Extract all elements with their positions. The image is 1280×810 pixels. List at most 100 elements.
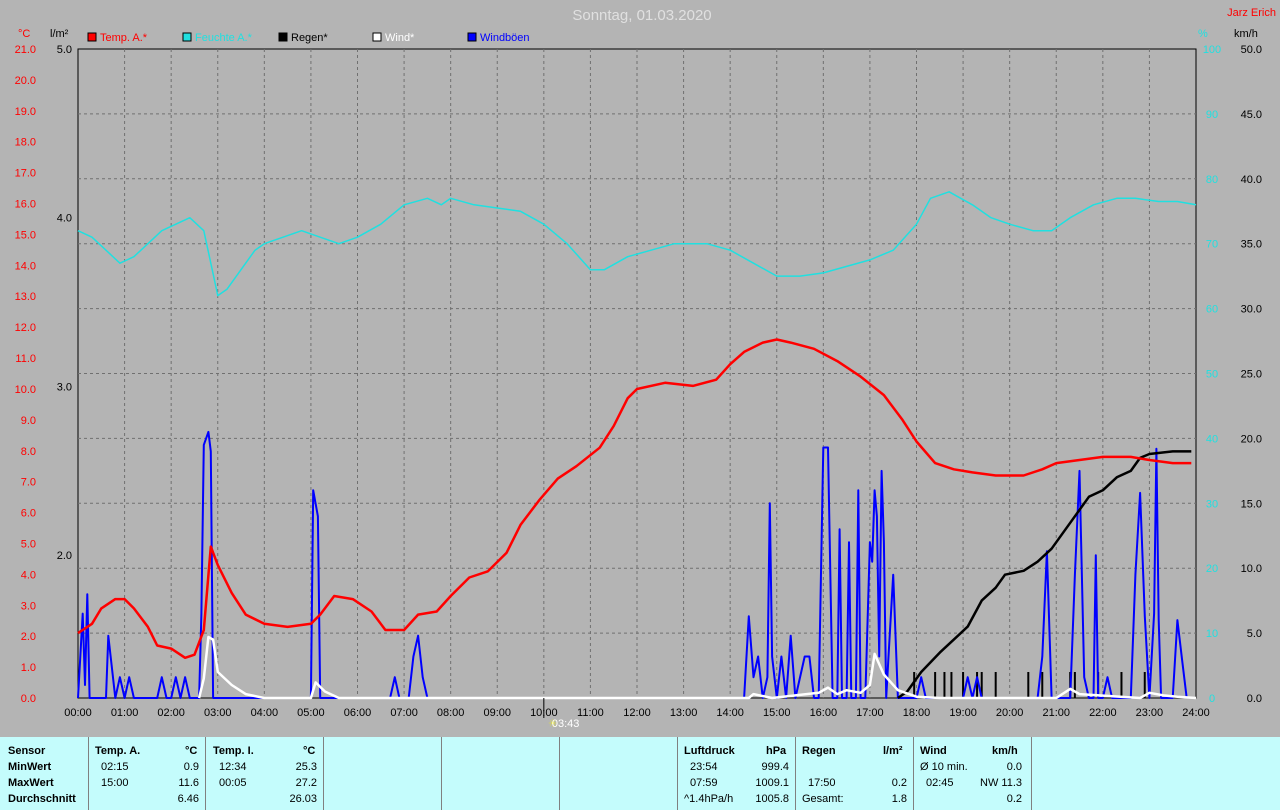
time-tick-label: 24:00 xyxy=(1182,707,1210,719)
time-tick-label: 00:00 xyxy=(64,707,92,719)
rain-total-value: 1.8 xyxy=(891,793,907,805)
temp-tick-label: 11.0 xyxy=(15,353,36,365)
humidity-tick-label: 100 xyxy=(1203,44,1221,56)
temp-a-unit: °C xyxy=(185,745,198,757)
rain-tick-label: 5.0 xyxy=(57,44,72,56)
legend-swatch xyxy=(467,32,477,42)
row-label-min: MinWert xyxy=(8,761,52,773)
time-tick-label: 23:00 xyxy=(1136,707,1164,719)
wind-tick-label: 25.0 xyxy=(1241,369,1262,381)
wind-avg-value: 0.0 xyxy=(1006,761,1022,773)
wind-tick-label: 10.0 xyxy=(1241,563,1262,575)
wind-unit-label: km/h xyxy=(1234,28,1258,40)
humidity-tick-label: 10 xyxy=(1206,628,1218,640)
temp-i-unit: °C xyxy=(303,745,316,757)
time-tick-label: 12:00 xyxy=(623,707,651,719)
humidity-tick-label: 40 xyxy=(1206,433,1218,445)
wind-tick-label: 40.0 xyxy=(1241,174,1262,186)
temp-a-max-value: 11.6 xyxy=(178,777,199,789)
temp-i-avg-value: 26.03 xyxy=(289,793,317,805)
rain-max-value: 0.2 xyxy=(891,777,907,789)
time-tick-label: 15:00 xyxy=(763,707,791,719)
temp-tick-label: 12.0 xyxy=(15,322,36,334)
wind-header: Wind xyxy=(920,745,947,757)
humidity-tick-label: 0 xyxy=(1209,693,1215,705)
weather-chart: Sonntag, 01.03.2020 Jarz Erich °C l/m² %… xyxy=(15,7,1276,730)
legend: Temp. A.* Feuchte A.* Regen* Wind* Windböen xyxy=(87,32,530,44)
pressure-max-time: 07:59 xyxy=(690,777,718,789)
time-tick-label: 04:00 xyxy=(251,707,279,719)
wind-tick-label: 45.0 xyxy=(1241,109,1262,121)
time-tick-label: 20:00 xyxy=(996,707,1024,719)
legend-label: Temp. A.* xyxy=(100,32,148,44)
temp-tick-label: 17.0 xyxy=(15,168,36,180)
marker-time-label: 03:43 xyxy=(552,718,580,730)
temp-tick-label: 6.0 xyxy=(21,508,36,520)
rain-max-time: 17:50 xyxy=(808,777,836,789)
divider xyxy=(441,737,442,810)
temp-tick-label: 13.0 xyxy=(15,291,36,303)
wind-mean-value: 0.2 xyxy=(1006,793,1022,805)
rain-unit-label: l/m² xyxy=(50,28,69,40)
temp-tick-label: 8.0 xyxy=(21,446,36,458)
temp-tick-label: 20.0 xyxy=(15,75,36,87)
wind-tick-label: 15.0 xyxy=(1241,498,1262,510)
rain-total-label: Gesamt: xyxy=(802,793,844,805)
time-tick-label: 01:00 xyxy=(111,707,139,719)
humidity-tick-label: 80 xyxy=(1206,174,1218,186)
wind-tick-label: 5.0 xyxy=(1247,628,1262,640)
temp-i-max-time: 00:05 xyxy=(219,777,247,789)
time-tick-label: 05:00 xyxy=(297,707,325,719)
legend-label: Feuchte A.* xyxy=(195,32,253,44)
humidity-tick-label: 20 xyxy=(1206,563,1218,575)
time-tick-label: 17:00 xyxy=(856,707,884,719)
time-tick-label: 18:00 xyxy=(903,707,931,719)
humidity-tick-label: 50 xyxy=(1206,369,1218,381)
rain-tick-label: 2.0 xyxy=(57,550,72,562)
time-tick-label: 08:00 xyxy=(437,707,465,719)
divider xyxy=(795,737,796,810)
temp-i-header: Temp. I. xyxy=(213,745,254,757)
temp-tick-label: 4.0 xyxy=(21,569,36,581)
time-tick-label: 02:00 xyxy=(157,707,185,719)
time-tick-label: 09:00 xyxy=(483,707,511,719)
temp-tick-label: 5.0 xyxy=(21,538,36,550)
sensor-header: Sensor xyxy=(8,745,46,757)
temp-tick-label: 21.0 xyxy=(15,44,36,56)
wind-tick-label: 35.0 xyxy=(1241,239,1262,251)
legend-label: Wind* xyxy=(385,32,415,44)
temp-tick-label: 9.0 xyxy=(21,415,36,427)
legend-swatch xyxy=(87,32,97,42)
row-label-max: MaxWert xyxy=(8,777,54,789)
divider xyxy=(1031,737,1032,810)
pressure-min-value: 999.4 xyxy=(761,761,789,773)
temp-a-min-time: 02:15 xyxy=(101,761,129,773)
temp-tick-label: 15.0 xyxy=(15,229,36,241)
divider xyxy=(677,737,678,810)
temp-tick-label: 7.0 xyxy=(21,477,36,489)
humidity-tick-label: 70 xyxy=(1206,239,1218,251)
pressure-unit: hPa xyxy=(766,745,787,757)
temp-tick-label: 0.0 xyxy=(21,693,36,705)
author-label: Jarz Erich xyxy=(1227,7,1276,19)
time-tick-label: 16:00 xyxy=(810,707,838,719)
temp-tick-label: 10.0 xyxy=(15,384,36,396)
wind-max-value: NW 11.3 xyxy=(980,777,1022,789)
time-tick-label: 06:00 xyxy=(344,707,372,719)
temp-i-max-value: 27.2 xyxy=(295,777,317,789)
divider xyxy=(205,737,206,810)
temp-a-min-value: 0.9 xyxy=(183,761,199,773)
time-tick-label: 11:00 xyxy=(577,707,604,719)
time-tick-label: 07:00 xyxy=(390,707,418,719)
divider xyxy=(88,737,89,810)
row-label-avg: Durchschnitt xyxy=(8,793,76,805)
legend-swatch xyxy=(278,32,288,42)
temp-i-min-value: 25.3 xyxy=(295,761,317,773)
rain-tick-label: 3.0 xyxy=(57,381,72,393)
pressure-header: Luftdruck xyxy=(684,745,735,757)
pressure-avg-value: 1005.8 xyxy=(755,793,789,805)
legend-label: Windböen xyxy=(480,32,530,44)
time-tick-label: 03:00 xyxy=(204,707,232,719)
humidity-tick-label: 60 xyxy=(1206,304,1218,316)
time-tick-label: 14:00 xyxy=(716,707,744,719)
